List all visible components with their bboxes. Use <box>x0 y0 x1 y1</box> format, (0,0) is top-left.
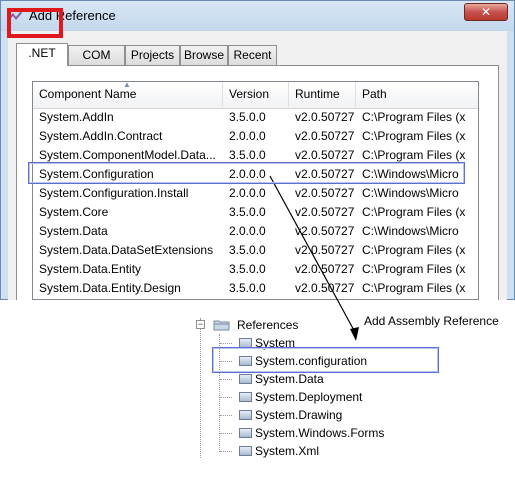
table-cell: C:\Program Files (x <box>362 243 466 257</box>
assembly-reference-icon <box>239 446 252 456</box>
tree-item-reference[interactable]: System.Drawing <box>255 406 342 424</box>
component-list[interactable]: ▲ Component Name Version Runtime Path Sy… <box>32 81 479 300</box>
tree-item-reference[interactable]: System.Xml <box>255 442 319 460</box>
table-cell: C:\Program Files (x <box>362 262 466 276</box>
column-header-path[interactable]: Path <box>356 82 478 107</box>
column-header-version[interactable]: Version <box>223 82 289 107</box>
table-cell: System.Data.Entity.Design <box>39 281 181 295</box>
annotation-label: Add Assembly Reference <box>364 314 499 328</box>
collapse-icon[interactable]: − <box>196 320 205 329</box>
table-cell: 3.5.0.0 <box>229 262 266 276</box>
table-cell: 3.5.0.0 <box>229 281 266 295</box>
folder-icon <box>213 320 230 331</box>
table-cell: 3.5.0.0 <box>229 205 266 219</box>
table-cell: v2.0.50727 <box>295 129 355 143</box>
table-cell: System.Data <box>39 224 108 238</box>
tree-line <box>200 318 201 458</box>
table-row[interactable]: System.AddIn.Contract 2.0.0.0 v2.0.50727 C:… <box>33 127 478 146</box>
table-row[interactable]: System.Configuration.Install 2.0.0.0 v2.0.… <box>33 184 478 203</box>
table-cell: C:\Program Files (x <box>362 281 466 295</box>
table-cell: C:\Windows\Micro <box>362 224 459 238</box>
table-cell: System.AddIn <box>39 110 114 124</box>
tree-line <box>220 415 232 416</box>
tab-recent[interactable]: Recent <box>228 45 277 65</box>
selected-row-highlight <box>28 162 465 184</box>
added-reference-highlight <box>212 347 439 373</box>
table-cell: C:\Program Files (x <box>362 129 466 143</box>
table-row[interactable]: System.AddIn 3.5.0.0 v2.0.50727 C:\Program … <box>33 108 478 127</box>
tree-item-reference[interactable]: System.Windows.Forms <box>255 424 384 442</box>
table-cell: v2.0.50727 <box>295 186 355 200</box>
table-cell: v2.0.50727 <box>295 262 355 276</box>
assembly-reference-icon <box>239 374 252 384</box>
assembly-reference-icon <box>239 392 252 402</box>
table-row[interactable]: System.Data.Entity 3.5.0.0 v2.0.50727 C:\Pr… <box>33 260 478 279</box>
table-cell: C:\Program Files (x <box>362 205 466 219</box>
table-cell: 2.0.0.0 <box>229 224 266 238</box>
table-row[interactable]: System.Core 3.5.0.0 v2.0.50727 C:\Program F… <box>33 203 478 222</box>
tab-projects[interactable]: Projects <box>125 45 180 65</box>
column-header-component-name[interactable]: ▲ Component Name <box>33 82 223 107</box>
table-row[interactable]: System.Data.Entity.Design 3.5.0.0 v2.0.507… <box>33 279 478 298</box>
tab-net[interactable]: .NET <box>16 43 68 66</box>
table-cell: 2.0.0.0 <box>229 129 266 143</box>
tree-root-references[interactable]: References <box>237 316 298 334</box>
table-cell: System.Data.DataSetExtensions <box>39 243 214 257</box>
table-cell: 3.5.0.0 <box>229 243 266 257</box>
table-cell: System.Core <box>39 205 109 219</box>
column-header-runtime[interactable]: Runtime <box>289 82 356 107</box>
net-tab-highlight <box>7 8 63 38</box>
column-header-label: Component Name <box>39 87 137 101</box>
table-cell: v2.0.50727 <box>295 281 355 295</box>
table-cell: System.Data.Entity <box>39 262 142 276</box>
table-cell: 3.5.0.0 <box>229 110 266 124</box>
table-cell: 2.0.0.0 <box>229 186 266 200</box>
tab-com[interactable]: COM <box>68 45 125 65</box>
table-row[interactable]: System.Data.DataSetExtensions 3.5.0.0 v2.0… <box>33 241 478 260</box>
table-cell: v2.0.50727 <box>295 224 355 238</box>
tree-line <box>220 451 232 452</box>
close-button[interactable]: ✕ <box>464 3 508 21</box>
tree-line <box>220 433 232 434</box>
list-header: ▲ Component Name Version Runtime Path <box>33 82 478 109</box>
sort-ascending-icon: ▲ <box>123 81 131 89</box>
tree-line <box>220 379 232 380</box>
assembly-reference-icon <box>239 428 252 438</box>
assembly-reference-icon <box>239 410 252 420</box>
tree-line <box>220 343 232 344</box>
table-cell: System.AddIn.Contract <box>39 129 163 143</box>
table-cell: C:\Windows\Micro <box>362 186 459 200</box>
table-cell: v2.0.50727 <box>295 205 355 219</box>
tree-line <box>220 397 232 398</box>
table-cell: C:\Program Files (x <box>362 110 466 124</box>
table-cell: v2.0.50727 <box>295 110 355 124</box>
tree-item-reference[interactable]: System.Deployment <box>255 388 362 406</box>
tab-browse[interactable]: Browse <box>180 45 228 65</box>
table-row[interactable]: System.Data 2.0.0.0 v2.0.50727 C:\Windows\M… <box>33 222 478 241</box>
table-cell: v2.0.50727 <box>295 243 355 257</box>
table-cell: System.Configuration.Install <box>39 186 189 200</box>
title-bar: Add Reference ✕ <box>1 1 514 31</box>
